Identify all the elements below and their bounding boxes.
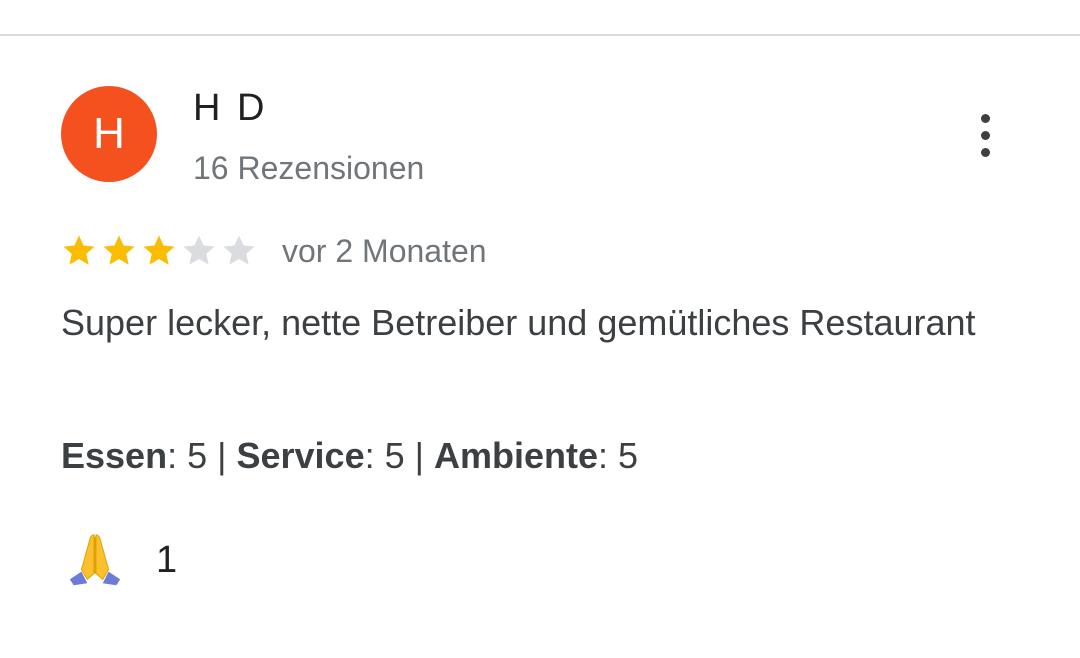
sub-rating-label-service: Service xyxy=(236,435,365,476)
star-rating xyxy=(60,232,258,270)
reaction-button[interactable]: 1 xyxy=(64,528,177,592)
folded-hands-icon xyxy=(69,534,121,586)
sub-ratings: Essen: 5 | Service: 5 | Ambiente: 5 xyxy=(61,435,639,476)
avatar[interactable]: H xyxy=(61,86,157,182)
review-text: Super lecker, nette Betreiber und gemütl… xyxy=(61,302,976,343)
sub-rating-value-ambiente: 5 xyxy=(618,435,639,476)
sub-rating-value-essen: 5 xyxy=(187,435,208,476)
more-options-button[interactable] xyxy=(964,108,1006,162)
sub-rating-value-service: 5 xyxy=(384,435,405,476)
author-review-count[interactable]: 16 Rezensionen xyxy=(193,148,424,188)
more-vert-icon xyxy=(980,113,990,157)
sub-rating-label-essen: Essen xyxy=(61,435,168,476)
sub-rating-label-ambiente: Ambiente xyxy=(434,435,599,476)
star-filled-icon xyxy=(63,235,95,265)
avatar-initial: H xyxy=(93,109,125,158)
star-filled-icon xyxy=(103,235,135,265)
star-empty-icon xyxy=(183,235,215,265)
review-date: vor 2 Monaten xyxy=(282,232,487,269)
top-divider xyxy=(0,34,1080,36)
rating-row: vor 2 Monaten xyxy=(60,228,487,274)
star-empty-icon xyxy=(223,235,255,265)
star-filled-icon xyxy=(143,235,175,265)
reaction-count: 1 xyxy=(156,538,178,581)
author-name[interactable]: H D xyxy=(193,86,267,130)
